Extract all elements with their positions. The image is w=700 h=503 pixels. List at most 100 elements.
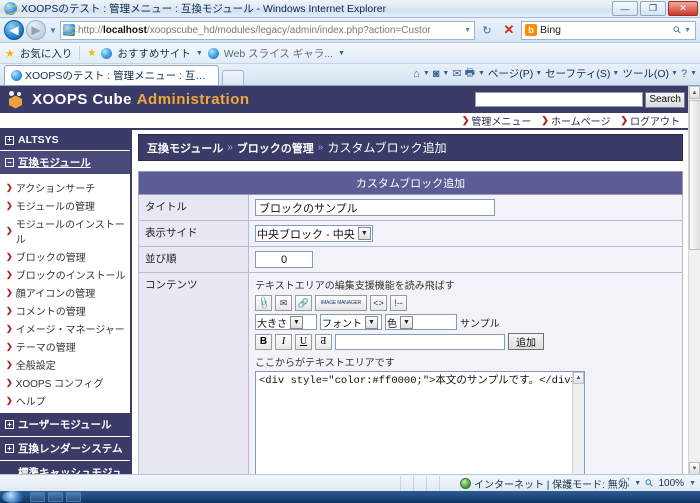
title-input[interactable] xyxy=(255,199,495,216)
email-icon[interactable]: ✉ xyxy=(275,295,292,311)
side-select[interactable]: 中央ブロック - 中央 ▼ xyxy=(255,225,373,242)
sidebar-group-altsys[interactable]: + ALTSYS xyxy=(0,130,130,151)
nav-admin-menu[interactable]: ❯ 管理メニュー xyxy=(462,113,532,128)
sidebar-group-cache-module[interactable]: + 標準キャッシュモジュール xyxy=(0,461,130,475)
search-magnifier-icon[interactable]: ⚲ xyxy=(671,24,684,37)
forward-button[interactable]: ▶ xyxy=(26,20,46,40)
zoom-caret-icon[interactable]: ▼ xyxy=(689,480,696,487)
sidebar-item-help[interactable]: ❯ ヘルプ xyxy=(0,391,130,409)
compatibility-view-icon[interactable]: ⛶ xyxy=(622,477,630,490)
help-icon[interactable]: ? xyxy=(681,68,687,80)
sidebar-item-image-manager[interactable]: ❯ イメージ・マネージャー xyxy=(0,319,130,337)
new-tab-button[interactable] xyxy=(222,70,244,85)
editor-text-input[interactable] xyxy=(335,333,505,350)
site-search-input[interactable] xyxy=(475,92,644,107)
sidebar-item-module-admin[interactable]: ❯ モジュールの管理 xyxy=(0,196,130,214)
taskbar-icon-1[interactable] xyxy=(30,492,45,502)
back-button[interactable]: ◀ xyxy=(4,20,24,40)
page-favicon-icon xyxy=(63,24,75,36)
comment-icon[interactable]: !-- xyxy=(390,295,407,311)
bold-button[interactable]: B xyxy=(255,333,272,350)
size-select[interactable]: 大きさ ▼ xyxy=(255,314,317,330)
refresh-button[interactable]: ↻ xyxy=(477,20,497,40)
compatibility-caret-icon[interactable]: ▼ xyxy=(634,480,641,487)
site-branding: XOOPS Cube Administration xyxy=(6,90,250,110)
feeds-icon[interactable]: ◙ xyxy=(433,68,440,80)
suggested-sites-caret-icon[interactable]: ▼ xyxy=(196,50,203,57)
home-icon[interactable]: ⌂ xyxy=(413,68,420,80)
nav-homepage[interactable]: ❯ ホームページ xyxy=(541,113,610,128)
mail-icon[interactable]: ✉ xyxy=(452,67,461,80)
suggested-sites-icon xyxy=(101,47,113,59)
security-zone[interactable]: インターネット | 保護モード: 無効 xyxy=(460,476,628,491)
add-button[interactable]: 追加 xyxy=(508,333,544,350)
search-dropdown-icon[interactable]: ▼ xyxy=(684,27,692,34)
taskbar-icon-2[interactable] xyxy=(48,492,63,502)
minimize-button[interactable]: — xyxy=(612,1,638,16)
sidebar-item-xoops-config[interactable]: ❯ XOOPS コンフィグ xyxy=(0,373,130,391)
editor-skip-note[interactable]: テキストエリアの編集支援機能を読み飛ばす xyxy=(255,277,676,292)
code-icon[interactable]: <> xyxy=(370,295,387,311)
list-bullet-icon: ❯ xyxy=(6,269,13,279)
web-slice-caret-icon[interactable]: ▼ xyxy=(338,50,345,57)
sidebar-item-block-install[interactable]: ❯ ブロックのインストール xyxy=(0,265,130,283)
print-caret-icon[interactable]: ▼ xyxy=(478,70,485,77)
page-scrollbar[interactable]: ▲ ▼ xyxy=(688,86,700,475)
underline-button[interactable]: U xyxy=(295,333,312,350)
color-select[interactable]: 色 ▼ xyxy=(385,314,457,330)
sidebar-item-label: アクションサーチ xyxy=(15,183,96,195)
help-caret-icon[interactable]: ▼ xyxy=(690,70,697,77)
sidebar-item-action-search[interactable]: ❯ アクションサーチ xyxy=(0,178,130,196)
close-button[interactable]: ✕ xyxy=(668,1,698,16)
sidebar-group-render-system[interactable]: + 互換レンダーシステム xyxy=(0,437,130,461)
url-dropdown-icon[interactable]: ▼ xyxy=(464,27,472,34)
sidebar-item-label: ブロックのインストール xyxy=(15,270,126,282)
web-slice-label[interactable]: Web スライス ギャラ... xyxy=(224,46,333,61)
scroll-up-icon[interactable]: ▲ xyxy=(573,372,584,384)
stop-button[interactable]: ✕ xyxy=(499,20,519,40)
list-bullet-icon: ❯ xyxy=(6,341,13,351)
menu-tools[interactable]: ツール(O) ▼ xyxy=(622,66,678,81)
sidebar-item-module-install[interactable]: ❯ モジュールのインストール xyxy=(0,214,130,247)
browser-tab[interactable]: XOOPSのテスト : 管理メニュー : 互換モジュ... xyxy=(4,65,219,85)
favorites-label[interactable]: お気に入り xyxy=(20,46,73,61)
sidebar-item-smilies[interactable]: ❯ 顔アイコンの管理 xyxy=(0,283,130,301)
nav-logout[interactable]: ❯ ログアウト xyxy=(620,113,680,128)
breadcrumb-separator: » xyxy=(317,142,324,153)
side-select-value: 中央ブロック - 中央 xyxy=(257,228,355,241)
sidebar-item-label: 全般設定 xyxy=(15,360,56,372)
print-icon[interactable]: 🖶 xyxy=(465,64,475,83)
page-scroll-thumb[interactable] xyxy=(689,100,700,250)
sidebar-item-comments[interactable]: ❯ コメントの管理 xyxy=(0,301,130,319)
order-input[interactable] xyxy=(255,251,313,268)
sidebar-item-general-settings[interactable]: ❯ 全般設定 xyxy=(0,355,130,373)
image-manager-icon[interactable]: IMAGE MANAGER xyxy=(315,295,367,311)
content-textarea[interactable]: <div style="color:#ff0000;">本文のサンプルです。</… xyxy=(255,371,585,475)
attach-icon[interactable]: 📎 xyxy=(255,295,272,311)
suggested-sites-label[interactable]: おすすめサイト xyxy=(117,46,191,61)
start-button[interactable] xyxy=(2,491,24,503)
italic-button[interactable]: I xyxy=(275,333,292,350)
breadcrumb-section[interactable]: ブロックの管理 xyxy=(237,140,314,156)
sidebar-item-themes[interactable]: ❯ テーマの管理 xyxy=(0,337,130,355)
page-scroll-up-icon[interactable]: ▲ xyxy=(689,86,700,99)
sidebar-item-block-admin[interactable]: ❯ ブロックの管理 xyxy=(0,247,130,265)
strike-button[interactable]: Ƌ xyxy=(315,333,332,350)
zoom-magnifier-icon[interactable]: ⚲ xyxy=(643,477,656,490)
link-icon[interactable]: 🔗 xyxy=(295,295,312,311)
site-search-button[interactable]: Search xyxy=(645,91,685,108)
maximize-button[interactable]: ❐ xyxy=(640,1,666,16)
browser-search-box[interactable]: b Bing ⚲ ▼ xyxy=(521,20,696,40)
history-dropdown-icon[interactable]: ▼ xyxy=(48,26,58,35)
feeds-caret-icon[interactable]: ▼ xyxy=(442,70,449,77)
menu-page[interactable]: ページ(P) ▼ xyxy=(488,66,542,81)
url-input[interactable]: http://localhost/xoopscube_hd/modules/le… xyxy=(60,20,475,40)
taskbar-icon-3[interactable] xyxy=(66,492,81,502)
menu-safety[interactable]: セーフティ(S) ▼ xyxy=(545,66,619,81)
home-caret-icon[interactable]: ▼ xyxy=(423,70,430,77)
textarea-scrollbar[interactable]: ▲ ▼ xyxy=(572,372,584,475)
sidebar-group-user-module[interactable]: + ユーザーモジュール xyxy=(0,413,130,437)
font-select[interactable]: フォント ▼ xyxy=(320,314,382,330)
breadcrumb-module[interactable]: 互換モジュール xyxy=(147,140,223,156)
sidebar-group-compat[interactable]: − 互換モジュール xyxy=(0,151,130,175)
